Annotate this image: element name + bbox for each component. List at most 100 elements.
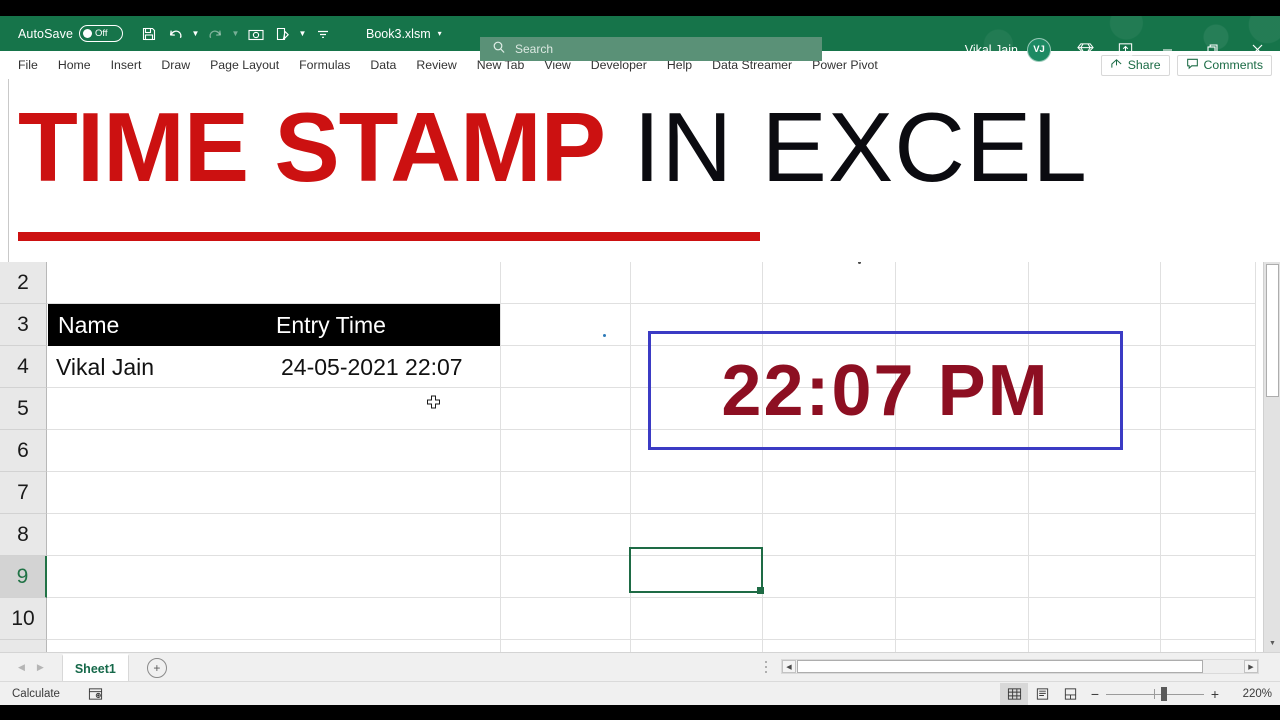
cell-b3-name-header[interactable]: Name — [58, 304, 119, 346]
title-bar: AutoSave Off ▼ ▼ ▼ Book3.xlsm ▾ Search V… — [0, 16, 1280, 62]
close-button[interactable] — [1235, 32, 1280, 67]
redo-icon[interactable] — [202, 21, 229, 47]
row-header-column: 2 3 4 5 6 7 8 9 10 11 — [0, 262, 47, 652]
worksheet-banner: TIME STAMP IN EXCEL — [0, 79, 1280, 262]
mouse-cursor-crosshair-icon — [427, 395, 440, 409]
document-title[interactable]: Book3.xlsm ▾ — [366, 27, 442, 41]
tab-review[interactable]: Review — [406, 51, 466, 79]
timestamp-display-box[interactable]: 22:07 PM — [648, 331, 1123, 450]
banner-title-black: IN EXCEL — [605, 92, 1088, 202]
scroll-left-arrow-icon[interactable]: ◀ — [782, 660, 796, 673]
customize-quick-access-toolbar-icon[interactable] — [309, 21, 336, 47]
cell-c3-entry-time-header[interactable]: Entry Time — [276, 304, 386, 346]
row-header-2[interactable]: 2 — [0, 262, 47, 304]
search-icon — [492, 40, 506, 59]
gridline-col-g — [1160, 262, 1161, 652]
tab-data[interactable]: Data — [360, 51, 406, 79]
autosave-toggle[interactable]: Off — [79, 25, 124, 42]
scroll-right-arrow-icon[interactable]: ▶ — [1244, 660, 1258, 673]
document-title-caret-icon[interactable]: ▾ — [438, 29, 442, 38]
undo-dropdown-caret-icon[interactable]: ▼ — [189, 21, 202, 47]
row-header-8[interactable]: 8 — [0, 514, 47, 556]
account-control[interactable]: Vikal Jain VJ — [964, 37, 1051, 62]
row-header-10[interactable]: 10 — [0, 598, 47, 640]
cell-c4-entry-time-value[interactable]: 24-05-2021 22:07 — [281, 346, 463, 388]
timestamp-display-text: 22:07 PM — [721, 350, 1050, 431]
horizontal-scrollbar[interactable]: ◀ ▶ — [781, 659, 1259, 674]
search-input[interactable] — [515, 42, 775, 56]
camera-icon[interactable] — [242, 21, 269, 47]
row-header-3[interactable]: 3 — [0, 304, 47, 346]
autosave-state: Off — [95, 28, 108, 39]
tab-insert[interactable]: Insert — [101, 51, 152, 79]
horizontal-scrollbar-thumb[interactable] — [797, 660, 1203, 673]
minimize-button[interactable] — [1145, 32, 1190, 67]
account-name: Vikal Jain — [964, 42, 1018, 57]
add-sheet-button[interactable]: + — [146, 657, 167, 678]
quick-access-toolbar: ▼ ▼ ▼ — [135, 21, 336, 47]
diamond-icon[interactable] — [1065, 32, 1105, 67]
sheet-tab-sheet1[interactable]: Sheet1 — [61, 654, 129, 681]
row-header-7[interactable]: 7 — [0, 472, 47, 514]
vertical-scrollbar[interactable]: ▼ — [1263, 262, 1280, 652]
stray-mark-blue — [603, 334, 606, 337]
gridline-col-h — [1255, 262, 1256, 652]
redo-dropdown-caret-icon[interactable]: ▼ — [229, 21, 242, 47]
quick-print-caret-icon[interactable]: ▼ — [296, 21, 309, 47]
tab-home[interactable]: Home — [48, 51, 101, 79]
tab-formulas[interactable]: Formulas — [289, 51, 360, 79]
vertical-scrollbar-thumb[interactable] — [1266, 264, 1279, 397]
banner-left-border — [8, 79, 9, 262]
gridline-row-9 — [47, 597, 1255, 598]
cell-b4-name-value[interactable]: Vikal Jain — [56, 346, 154, 388]
ribbon-display-options-icon[interactable] — [1105, 32, 1145, 67]
search-box[interactable] — [480, 37, 822, 61]
tab-draw[interactable]: Draw — [151, 51, 200, 79]
save-icon[interactable] — [135, 21, 162, 47]
fill-handle[interactable] — [757, 587, 764, 594]
banner-underline — [18, 232, 760, 241]
avatar[interactable]: VJ — [1027, 37, 1051, 62]
scroll-down-arrow-icon[interactable]: ▼ — [1266, 636, 1279, 650]
sheet-prev-arrow-icon[interactable]: ◀ — [18, 662, 25, 673]
row-header-9[interactable]: 9 — [0, 556, 47, 598]
zoom-slider-track — [1106, 693, 1204, 695]
row-header-6[interactable]: 6 — [0, 430, 47, 472]
tab-file[interactable]: File — [8, 51, 48, 79]
normal-view-button[interactable] — [1000, 683, 1028, 705]
autosave-label: AutoSave — [18, 26, 74, 41]
record-macro-icon[interactable] — [88, 687, 103, 701]
banner-title: TIME STAMP IN EXCEL — [18, 87, 1088, 207]
horizontal-split-handle[interactable] — [765, 661, 768, 673]
zoom-slider[interactable] — [1106, 683, 1204, 705]
restore-button[interactable] — [1190, 32, 1235, 67]
zoom-slider-knob[interactable] — [1161, 687, 1167, 701]
zoom-in-button[interactable]: + — [1204, 683, 1226, 705]
status-bar: Calculate − + 220% — [0, 681, 1280, 706]
sheet-next-arrow-icon[interactable]: ▶ — [37, 662, 44, 673]
active-cell-selection[interactable] — [629, 547, 763, 593]
sheet-nav-arrows[interactable]: ◀ ▶ — [18, 662, 44, 673]
gridline-row-7 — [47, 513, 1255, 514]
zoom-out-button[interactable]: − — [1084, 683, 1106, 705]
gridline-row-10 — [47, 639, 1255, 640]
row-header-5[interactable]: 5 — [0, 388, 47, 430]
page-break-preview-button[interactable] — [1056, 683, 1084, 705]
autosave-knob — [83, 29, 93, 38]
worksheet-grid[interactable]: Name Entry Time Vikal Jain 24-05-2021 22… — [0, 262, 1280, 652]
undo-icon[interactable] — [162, 21, 189, 47]
banner-title-red: TIME STAMP — [18, 92, 606, 202]
document-title-text: Book3.xlsm — [366, 26, 431, 41]
row-header-11[interactable]: 11 — [0, 640, 47, 652]
quick-print-icon[interactable] — [269, 21, 296, 47]
page-layout-view-button[interactable] — [1028, 683, 1056, 705]
autosave-control[interactable]: AutoSave Off — [18, 25, 124, 42]
tab-page-layout[interactable]: Page Layout — [200, 51, 289, 79]
status-bar-right: − + 220% — [1000, 682, 1272, 706]
zoom-slider-midpoint — [1154, 689, 1155, 699]
excel-window: AutoSave Off ▼ ▼ ▼ Book3.xlsm ▾ Search V… — [0, 0, 1280, 720]
screen-letterbox-top — [0, 0, 1280, 16]
row-header-4[interactable]: 4 — [0, 346, 47, 388]
stray-mark-gray — [858, 262, 861, 264]
zoom-level-label[interactable]: 220% — [1230, 688, 1272, 700]
